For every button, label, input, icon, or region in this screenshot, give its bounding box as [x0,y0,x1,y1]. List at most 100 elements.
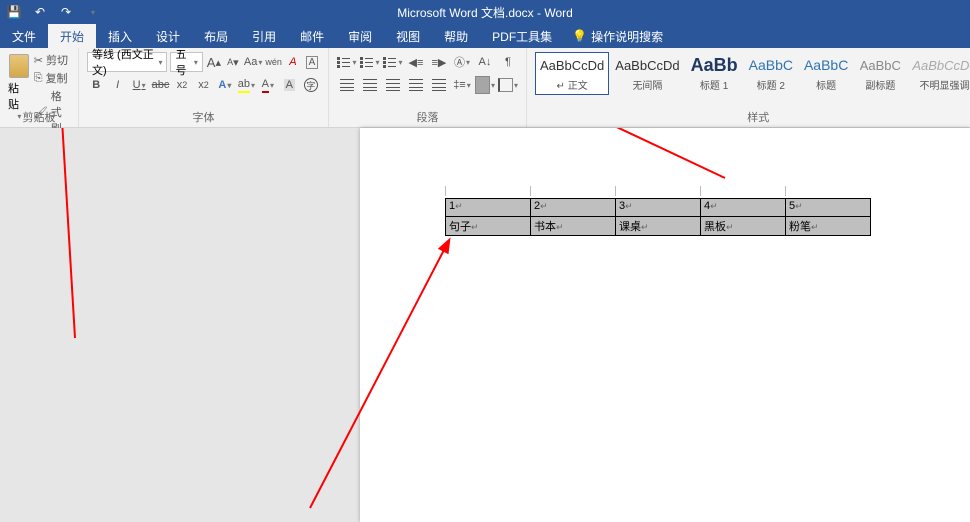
distributed-button[interactable] [429,75,449,95]
redo-icon[interactable]: ↷ [58,4,74,20]
table-cell[interactable]: 课桌↵ [616,217,701,236]
bullets-button[interactable]: ▾ [337,52,357,72]
shading-button[interactable]: ▾ [475,75,495,95]
italic-button[interactable]: I [108,75,126,95]
enclose-char-button[interactable]: 字 [302,75,320,95]
tell-me-label: 操作说明搜索 [591,28,663,45]
style-item[interactable]: AaBbC副标题 [854,52,906,95]
table-row[interactable]: 1↵ 2↵ 3↵ 4↵ 5↵ [446,199,871,217]
tell-me-search[interactable]: 💡 操作说明搜索 [572,28,663,45]
style-preview: AaBbC [859,55,901,75]
document-workspace: 1↵ 2↵ 3↵ 4↵ 5↵ 句子↵ 书本↵ 课桌↵ 黑板↵ 粉笔↵ [0,128,970,522]
borders-button[interactable]: ▾ [498,75,518,95]
style-name: 无间隔 [615,77,679,92]
font-color-button[interactable]: A▾ [259,75,277,95]
table-row[interactable]: 句子↵ 书本↵ 课桌↵ 黑板↵ 粉笔↵ [446,217,871,236]
group-font: 等线 (西文正文)▾ 五号▾ A▴ A▾ Aa▾ wén A A B I U▾ … [79,48,329,127]
justify-button[interactable] [406,75,426,95]
table-cell[interactable]: 句子↵ [446,217,531,236]
style-item[interactable]: AaBbCcDd 不明显强调 [907,52,970,95]
copy-button[interactable]: ⎘复制 [34,70,70,86]
grow-font-button[interactable]: A▴ [206,52,222,72]
shrink-font-button[interactable]: A▾ [225,52,241,72]
table-cell[interactable]: 3↵ [616,199,701,217]
document-table[interactable]: 1↵ 2↵ 3↵ 4↵ 5↵ 句子↵ 书本↵ 课桌↵ 黑板↵ 粉笔↵ [445,198,871,236]
superscript-button[interactable]: x2 [194,75,212,95]
table-cell[interactable]: 黑板↵ [701,217,786,236]
style-item[interactable]: AaBbC标题 [799,52,853,95]
style-item[interactable]: AaBb标题 1 [686,52,743,95]
sort-button[interactable]: A↓ [475,52,495,72]
bold-button[interactable]: B [87,75,105,95]
group-styles-label: 样式 [527,109,970,125]
style-name: 标题 2 [749,77,793,92]
group-font-label: 字体 [79,109,328,125]
style-preview: AaBbC [749,55,793,75]
clipboard-icon [9,54,29,78]
table-cell[interactable]: 5↵ [786,199,871,217]
tab-view[interactable]: 视图 [384,24,432,49]
style-name: 不明显强调 [912,77,970,92]
tab-references[interactable]: 引用 [240,24,288,49]
show-marks-button[interactable]: ¶ [498,52,518,72]
increase-indent-button[interactable]: ≡▶ [429,52,449,72]
char-shading-button[interactable]: A [280,75,298,95]
multilevel-list-button[interactable]: ▾ [383,52,403,72]
subscript-button[interactable]: x2 [173,75,191,95]
strikethrough-button[interactable]: abc [151,75,169,95]
change-case-button[interactable]: Aa▾ [244,52,262,72]
font-name-value: 等线 (西文正文) [92,46,157,78]
tab-mailings[interactable]: 邮件 [288,24,336,49]
numbering-button[interactable]: ▾ [360,52,380,72]
align-left-button[interactable] [337,75,357,95]
tab-pdf[interactable]: PDF工具集 [480,24,564,49]
ribbon-tabs: 文件 开始 插入 设计 布局 引用 邮件 审阅 视图 帮助 PDF工具集 💡 操… [0,24,970,48]
line-spacing-button[interactable]: ‡≡▾ [452,75,472,95]
tab-home[interactable]: 开始 [48,24,96,49]
scissors-icon: ✂ [34,54,43,67]
table-cell[interactable]: 4↵ [701,199,786,217]
clear-formatting-button[interactable]: A [285,52,301,72]
style-name: ↵ 正文 [540,77,604,92]
style-item[interactable]: AaBbCcDd ↵ 正文 [535,52,609,95]
text-effects-button[interactable]: A▾ [216,75,234,95]
tab-layout[interactable]: 布局 [192,24,240,49]
asian-layout-button[interactable]: Ⓐ▾ [452,52,472,72]
align-right-button[interactable] [383,75,403,95]
style-preview: AaBb [691,55,738,75]
title-bar: 💾 ↶ ↷ ▾ Microsoft Word 文档.docx - Word [0,0,970,24]
group-paragraph: ▾ ▾ ▾ ◀≡ ≡▶ Ⓐ▾ A↓ ¶ ‡≡▾ ▾ ▾ 段落 [329,48,527,127]
copy-label: 复制 [46,70,68,86]
window-title: Microsoft Word 文档.docx - Word [397,4,573,21]
phonetic-guide-button[interactable]: wén [265,52,282,72]
style-item[interactable]: AaBbCcDd无间隔 [610,52,684,95]
table-cell[interactable]: 2↵ [531,199,616,217]
table-cell[interactable]: 粉笔↵ [786,217,871,236]
tab-file[interactable]: 文件 [0,24,48,49]
tab-help[interactable]: 帮助 [432,24,480,49]
table-cell[interactable]: 1↵ [446,199,531,217]
tab-design[interactable]: 设计 [144,24,192,49]
highlight-button[interactable]: ab▾ [237,75,255,95]
styles-gallery[interactable]: AaBbCcDd↵ 正文AaBbCcDd无间隔AaBb标题 1AaBbC标题 2… [535,52,970,95]
font-size-select[interactable]: 五号▾ [170,52,202,72]
qat-customize-icon[interactable]: ▾ [85,4,101,20]
decrease-indent-button[interactable]: ◀≡ [406,52,426,72]
tab-review[interactable]: 审阅 [336,24,384,49]
style-preview: AaBbCcDd [912,55,970,75]
style-preview: AaBbCcDd [540,55,604,75]
quick-access-toolbar: 💾 ↶ ↷ ▾ [6,4,101,20]
numbering-icon [360,55,374,69]
tab-insert[interactable]: 插入 [96,24,144,49]
char-border-button[interactable]: A [304,52,320,72]
style-preview: AaBbC [804,55,848,75]
page[interactable]: 1↵ 2↵ 3↵ 4↵ 5↵ 句子↵ 书本↵ 课桌↵ 黑板↵ 粉笔↵ [360,128,970,522]
cut-button[interactable]: ✂剪切 [34,52,70,68]
save-icon[interactable]: 💾 [6,4,22,20]
undo-icon[interactable]: ↶ [32,4,48,20]
table-cell[interactable]: 书本↵ [531,217,616,236]
style-item[interactable]: AaBbC 标题 2 [744,52,798,95]
font-name-select[interactable]: 等线 (西文正文)▾ [87,52,167,72]
underline-button[interactable]: U▾ [130,75,148,95]
align-center-button[interactable] [360,75,380,95]
